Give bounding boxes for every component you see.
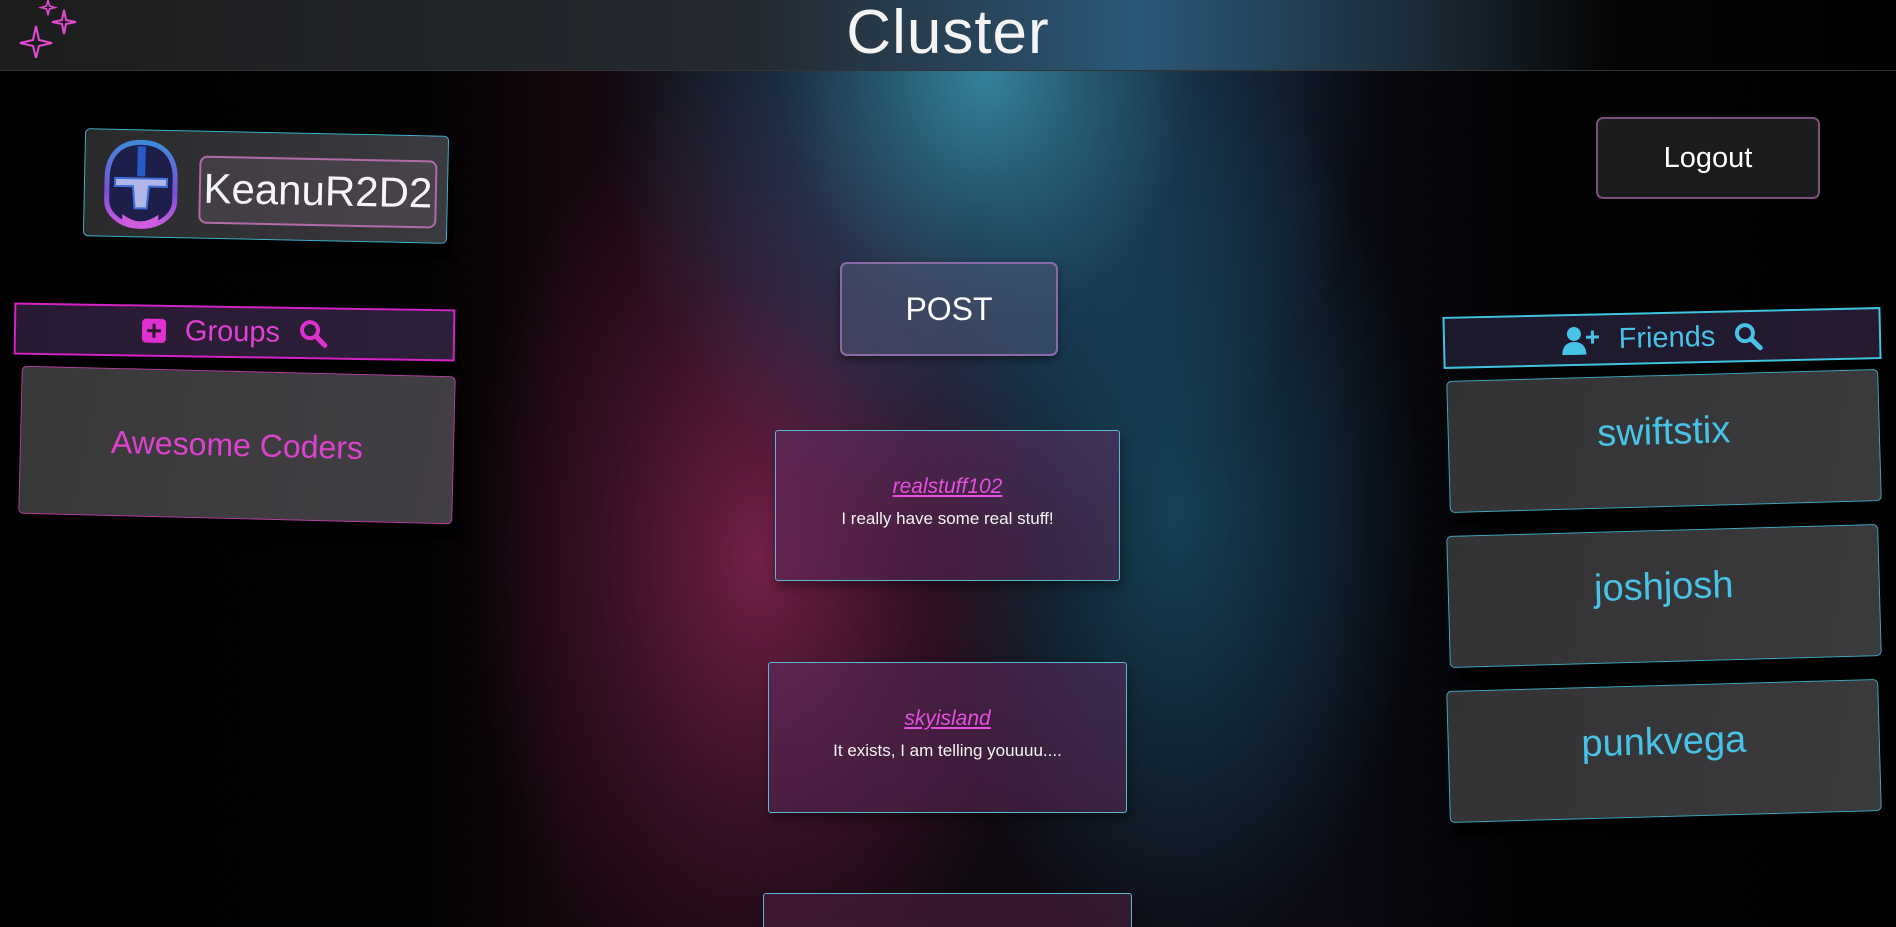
post-text: I really have some real stuff! [841, 509, 1054, 528]
group-item[interactable]: Awesome Coders [18, 365, 456, 525]
groups-header: Groups [13, 302, 456, 362]
profile-card: KeanuR2D2 [82, 128, 450, 244]
friends-title: Friends [1618, 320, 1716, 355]
mandalorian-helmet-icon [104, 139, 178, 229]
post-card: realstuff102 I really have some real stu… [775, 430, 1120, 581]
friend-item[interactable]: swiftstix [1446, 368, 1882, 514]
plus-square-icon[interactable] [141, 318, 167, 344]
post-author-link[interactable]: realstuff102 [776, 475, 1119, 499]
app-header: Cluster [0, 0, 1896, 71]
username: KeanuR2D2 [198, 155, 438, 229]
post-text: It exists, I am telling youuuu.... [833, 741, 1062, 760]
groups-title: Groups [184, 314, 281, 349]
user-plus-icon[interactable] [1560, 324, 1601, 356]
post-author-link[interactable]: skyisland [769, 707, 1126, 731]
post-button[interactable]: POST [840, 262, 1058, 356]
search-icon[interactable] [1733, 321, 1764, 352]
search-icon[interactable] [298, 318, 328, 348]
app-title: Cluster [846, 0, 1050, 67]
post-card: skyisland It exists, I am telling youuuu… [768, 662, 1127, 813]
friend-item[interactable]: joshjosh [1446, 523, 1882, 669]
friends-header: Friends [1442, 307, 1882, 369]
friend-item[interactable]: punkvega [1446, 678, 1882, 824]
logout-button[interactable]: Logout [1596, 117, 1820, 199]
post-card [763, 893, 1132, 927]
